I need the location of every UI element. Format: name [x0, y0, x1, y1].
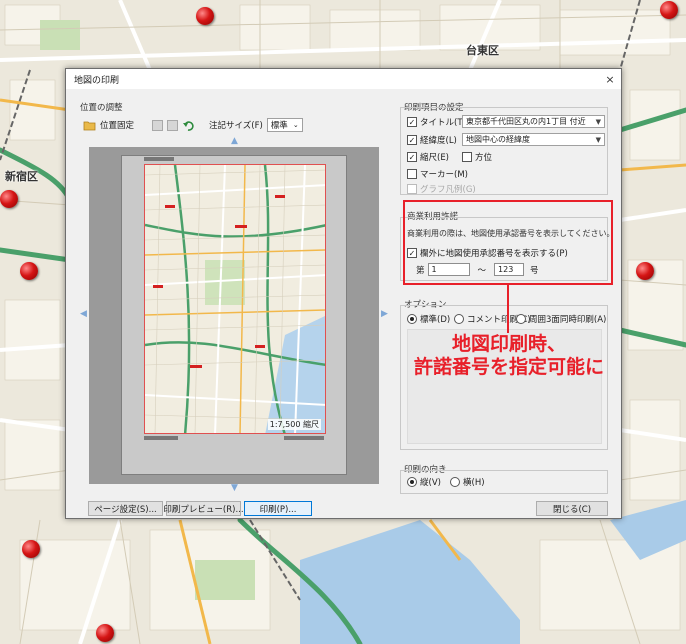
orientation-portrait-radio[interactable] — [407, 477, 417, 487]
annotation-size-label: 注記サイズ(F) — [209, 121, 263, 131]
arrow-left-icon[interactable]: ◀ — [80, 309, 87, 319]
orientation-landscape-radio[interactable] — [450, 477, 460, 487]
close-button[interactable]: 閉じる(C) — [536, 501, 608, 516]
latlon-dropdown[interactable]: 地図中心の経緯度 ▼ — [462, 133, 605, 146]
callout-highlight-box — [403, 200, 613, 285]
bearing-checkbox-label: 方位 — [475, 153, 493, 163]
title-dropdown[interactable]: 東京都千代田区丸の内1丁目 付近 ▼ — [462, 115, 605, 128]
bearing-checkbox[interactable] — [462, 152, 472, 162]
position-group-label: 位置の調整 — [80, 103, 123, 113]
margin-marker — [144, 436, 178, 440]
annotation-size-value: 標準 — [270, 121, 288, 131]
callout-connector-line — [507, 285, 509, 333]
title-checkbox[interactable]: ✓ — [407, 117, 417, 127]
undo-icon[interactable] — [182, 119, 195, 132]
scale-checkbox[interactable]: ✓ — [407, 152, 417, 162]
preview-map-image — [145, 165, 325, 433]
title-checkbox-row[interactable]: ✓ タイトル(T) — [407, 116, 466, 128]
page-setup-button[interactable]: ページ設定(S)... — [88, 501, 163, 516]
scale-checkbox-label: 縮尺(E) — [420, 153, 450, 163]
orientation-landscape-label: 横(H) — [463, 478, 485, 488]
map-label-shinjuku: 新宿区 — [5, 170, 38, 183]
option-standard[interactable]: 標準(D) — [407, 313, 450, 325]
print-preview-area[interactable]: 1:7,500 縮尺 — [89, 147, 379, 484]
latlon-checkbox[interactable]: ✓ — [407, 135, 417, 145]
callout-line2: 許諾番号を指定可能に — [413, 356, 604, 378]
chevron-down-icon: ▼ — [595, 117, 601, 126]
map-pin[interactable] — [96, 624, 114, 642]
latlon-checkbox-row[interactable]: ✓ 経緯度(L) — [407, 134, 457, 146]
map-pin[interactable] — [636, 262, 654, 280]
option-dual[interactable]: 周囲3面同時印刷(A) — [516, 313, 606, 325]
preview-scale-text: 1:7,500 縮尺 — [267, 419, 321, 430]
map-pin[interactable] — [660, 1, 678, 19]
zoom-in-icon[interactable] — [167, 119, 179, 131]
option-standard-label: 標準(D) — [420, 315, 451, 325]
zoom-out-icon[interactable] — [152, 119, 164, 131]
chevron-down-icon: ⌄ — [292, 121, 299, 129]
title-dropdown-value: 東京都千代田区丸の内1丁目 付近 — [466, 117, 586, 126]
option-standard-radio[interactable] — [407, 314, 417, 324]
arrow-down-icon[interactable]: ▼ — [231, 483, 238, 493]
dialog-title: 地図の印刷 — [74, 75, 120, 86]
marker-checkbox-label: マーカー(M) — [420, 170, 468, 180]
legend-checkbox — [407, 184, 417, 194]
folder-pin-icon[interactable] — [83, 119, 96, 132]
chevron-down-icon: ▼ — [595, 135, 601, 144]
scale-checkbox-row[interactable]: ✓ 縮尺(E) — [407, 151, 449, 163]
dialog-titlebar[interactable]: 地図の印刷 × — [66, 69, 621, 89]
latlon-dropdown-value: 地図中心の経緯度 — [466, 135, 530, 144]
latlon-checkbox-label: 経緯度(L) — [420, 136, 457, 146]
map-pin[interactable] — [196, 7, 214, 25]
print-button[interactable]: 印刷(P)... — [244, 501, 312, 516]
margin-marker — [284, 436, 324, 440]
map-pin[interactable] — [20, 262, 38, 280]
option-dual-label: 周囲3面同時印刷(A) — [529, 315, 607, 325]
paper-preview: 1:7,500 縮尺 — [121, 155, 347, 475]
annotation-size-select[interactable]: 標準 ⌄ — [266, 118, 303, 132]
preview-map-sheet[interactable]: 1:7,500 縮尺 — [144, 164, 326, 434]
bearing-checkbox-row[interactable]: 方位 — [462, 151, 492, 163]
legend-checkbox-label: グラフ凡例(G) — [420, 185, 476, 195]
close-icon[interactable]: × — [599, 73, 621, 86]
option-comment-radio[interactable] — [454, 314, 464, 324]
marker-checkbox[interactable] — [407, 169, 417, 179]
callout-line1: 地図印刷時、 — [451, 333, 566, 355]
callout-text: 地図印刷時、 許諾番号を指定可能に — [405, 333, 613, 379]
print-dialog: 地図の印刷 × 位置の調整 位置固定 注記サイズ(F) 標準 ⌄ ▲ ◀ ▶ ▼ — [65, 68, 622, 519]
margin-marker — [144, 157, 174, 161]
marker-checkbox-row[interactable]: マーカー(M) — [407, 168, 468, 180]
legend-checkbox-row: グラフ凡例(G) — [407, 183, 476, 195]
print-preview-button[interactable]: 印刷プレビュー(R)... — [163, 501, 244, 516]
map-pin[interactable] — [22, 540, 40, 558]
option-dual-radio[interactable] — [516, 314, 526, 324]
orientation-portrait-label: 縦(V) — [420, 478, 441, 488]
arrow-up-icon[interactable]: ▲ — [231, 136, 238, 146]
position-toolbar: 位置固定 注記サイズ(F) 標準 ⌄ — [83, 117, 303, 133]
map-label-taito: 台東区 — [466, 44, 499, 57]
orientation-landscape[interactable]: 横(H) — [450, 476, 485, 488]
orientation-portrait[interactable]: 縦(V) — [407, 476, 441, 488]
map-pin[interactable] — [0, 190, 18, 208]
fix-position-label[interactable]: 位置固定 — [100, 119, 134, 131]
arrow-right-icon[interactable]: ▶ — [381, 309, 388, 319]
title-checkbox-label: タイトル(T) — [420, 118, 466, 128]
